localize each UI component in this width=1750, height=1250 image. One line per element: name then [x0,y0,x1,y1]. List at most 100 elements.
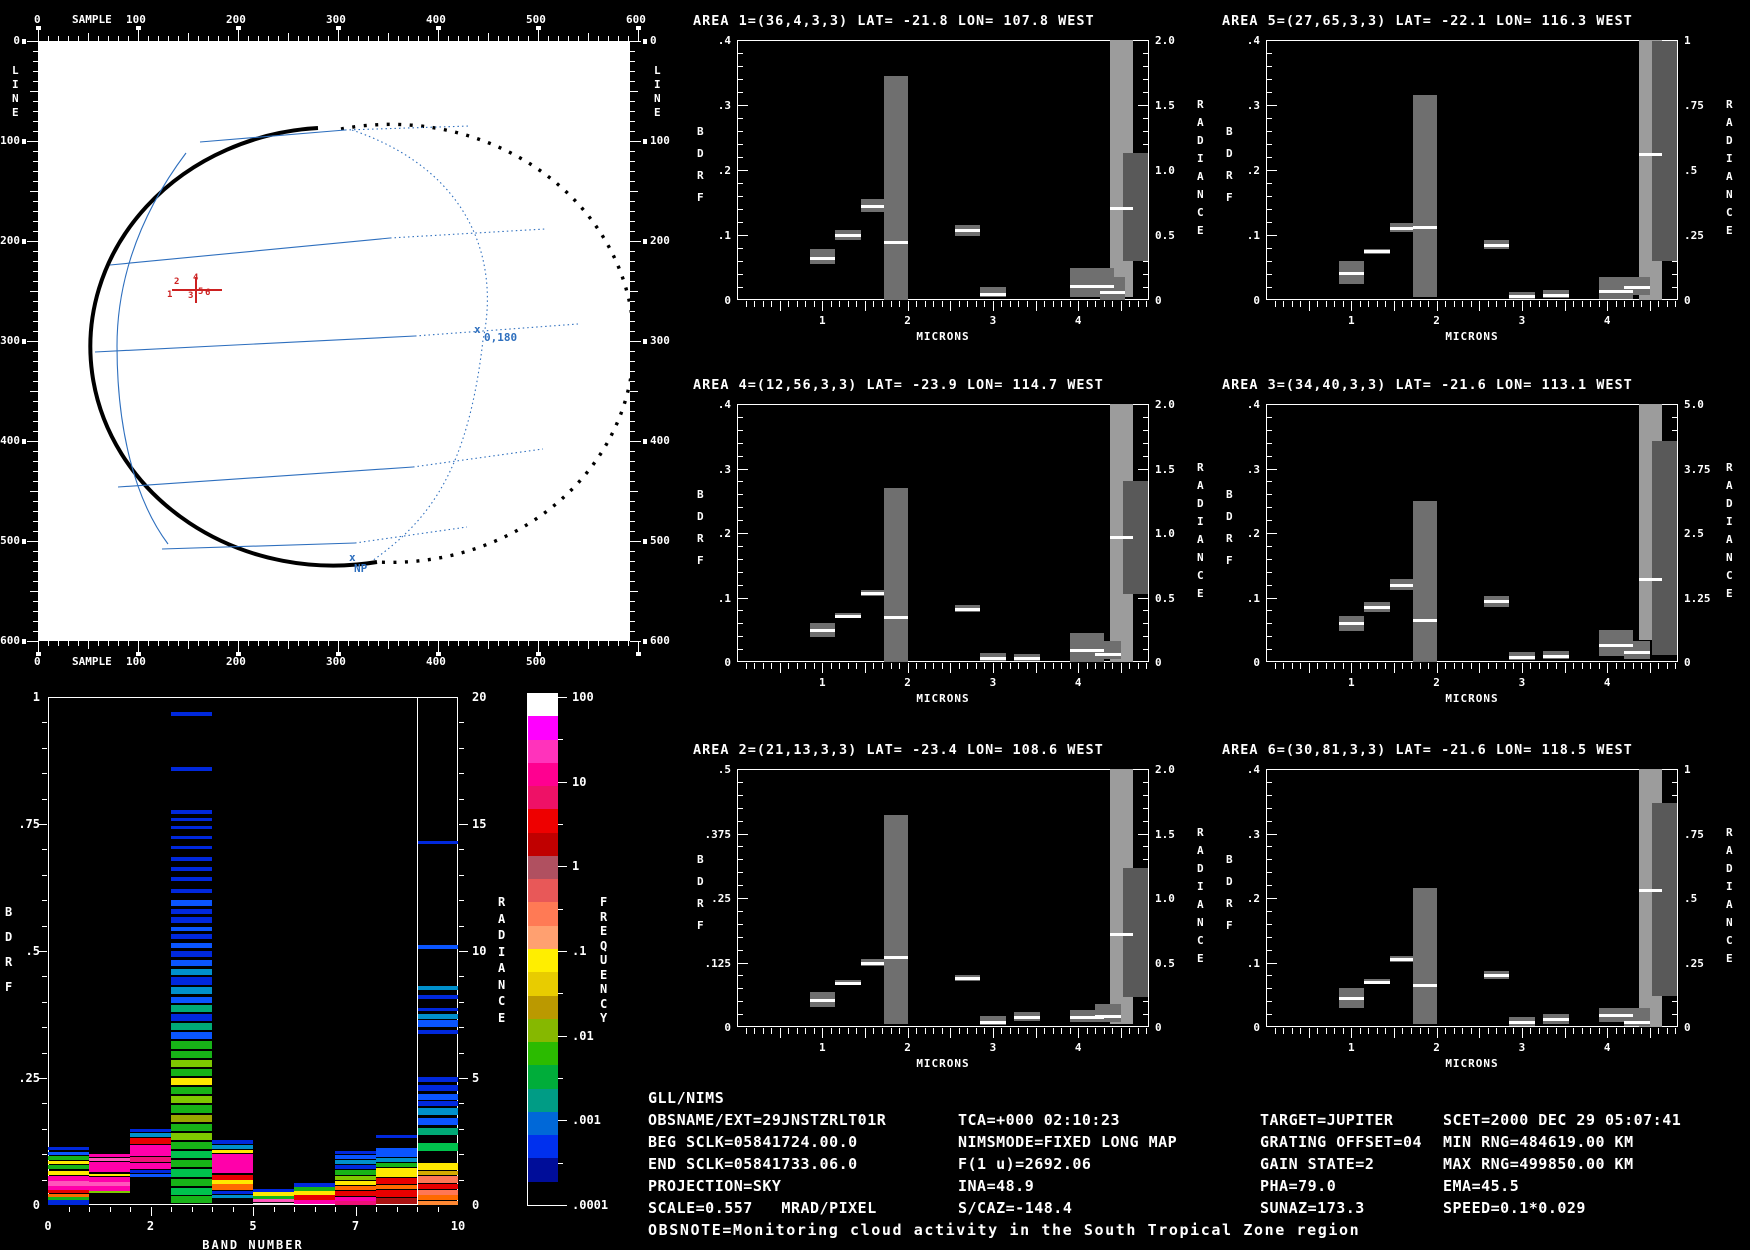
micron-axis-tick [1334,301,1336,307]
radiance-tick-label: 0 [1155,294,1162,307]
histogram-stripe [376,1178,417,1185]
micron-axis-tick [1402,301,1404,307]
sample-ruler-tick [358,36,359,41]
sample-ruler-tick [218,641,219,646]
sample-ruler-tick [178,641,179,646]
line-ruler-tick [630,511,635,512]
line-tick-label: 100 [0,134,20,147]
histogram-stripe [335,1165,376,1170]
histogram-stripe [417,1094,458,1100]
micron-axis-tick [822,301,824,311]
bdrf-axis-tick [738,923,743,925]
sample-ruler-mark [436,26,441,30]
micron-axis-tick [1103,1028,1105,1034]
spectrum-mean-line [883,240,908,244]
nims-quicklook-display: x 0,180 x NP 1 2 3 4 5 6 0 100 200 300 400 50… [0,0,1750,1250]
micron-axis-tick [882,1028,883,1034]
bdrf-tick-label: .3 [717,99,731,112]
bdrf-axis-tick [1267,545,1272,547]
line-ruler-tick [33,571,38,572]
bdrf-tick-label: .3 [1246,99,1260,112]
bdrf-axis-tick [1267,910,1272,912]
micron-axis-tick [856,301,858,307]
bdrf-tick-label: .4 [1246,398,1260,411]
sample-ruler-tick [448,641,449,646]
line-tick-label: 600 [0,634,20,647]
sample-ruler-tick [458,641,459,646]
colorbar-block [528,1135,558,1160]
spectrum-mean-line [980,657,1006,661]
histogram-radiance-title: A [498,961,506,975]
bdrf-axis-tick [1267,833,1277,835]
line-ruler-mark [643,139,647,144]
micron-axis-tick [882,663,883,669]
bdrf-axis-title: R [1226,897,1233,910]
sample-ruler-tick [498,36,499,41]
radiance-axis-title: R [1197,98,1204,111]
spectrum-mean-line [1598,643,1633,647]
bdrf-axis-tick [738,157,743,158]
micron-axis-tick [1342,301,1344,307]
line-ruler-tick [630,461,635,462]
bdrf-axis-title: F [1226,191,1233,204]
bdrf-axis-title: D [697,875,704,888]
radiance-tick-label: .5 [1684,892,1698,905]
histogram-stripe [212,1145,253,1149]
histogram-right-tick [459,925,464,927]
bdrf-tick-label: .3 [717,462,731,476]
micron-axis-tick [882,301,883,307]
sample-ruler-tick [298,641,299,646]
sample-ruler-tick [98,36,99,41]
micron-axis-tick [1470,301,1472,307]
sample-ruler-tick [338,641,339,652]
spectrum-bar-box [1095,1003,1121,1022]
bdrf-axis-tick [1267,872,1272,874]
histogram-stripe [171,996,212,1003]
sample-ruler-tick [328,641,329,646]
histogram-left-tick [42,1128,47,1130]
micron-axis-tick [788,301,790,307]
histogram-stripe [171,1087,212,1095]
radiance-axis-title: R [1197,461,1204,474]
histogram-radiance-title: D [498,928,506,942]
colorbar-minor-tick [558,824,563,825]
micron-axis-tick [1607,1028,1609,1038]
line-ruler-tick [33,111,38,112]
micron-axis-tick [1419,1028,1421,1034]
micron-axis-title: MICRONS [916,330,970,343]
spectrum-mean-line [883,956,908,960]
micron-axis-tick [1496,301,1498,307]
micron-axis-tick [941,301,943,307]
frequency-axis-title: F [600,895,608,909]
micron-axis-tick [1598,663,1600,669]
micron-axis-tick [1521,1028,1523,1038]
sample-ruler-tick [388,641,389,649]
bdrf-tick-label: 0 [1253,656,1260,669]
colorbar-block [528,1065,558,1090]
bdrf-axis-tick [1267,235,1277,236]
bdrf-axis-tick [738,248,743,249]
micron-axis-tick [1027,1028,1029,1034]
micron-axis-tick [1359,663,1361,669]
histogram-stripe [171,817,212,822]
bdrf-axis-tick [738,442,743,444]
radiance-axis-tick [1672,416,1677,418]
micron-axis-tick [899,301,901,307]
histogram-radiance-title: C [498,994,506,1008]
micron-axis-tick [1009,1028,1011,1034]
info-field: TARGET=JUPITER [1260,1111,1394,1129]
frequency-axis-title: N [600,982,608,996]
sample-ruler-tick [258,36,259,41]
micron-axis-tick [1095,301,1097,307]
spectrum-bar-box [1651,41,1678,261]
radiance-axis-title: A [1726,898,1733,911]
spectrum-bar-box [1412,888,1437,1024]
radiance-axis-title: C [1726,206,1733,219]
bdrf-axis-tick [1267,144,1272,145]
radiance-axis-title: E [1726,587,1733,600]
spectrum-mean-line [1389,226,1413,230]
sample-ruler-tick [108,641,109,646]
micron-axis-tick [890,301,892,307]
spectrum-mean-line [980,292,1006,296]
colorbar-block [528,949,558,973]
